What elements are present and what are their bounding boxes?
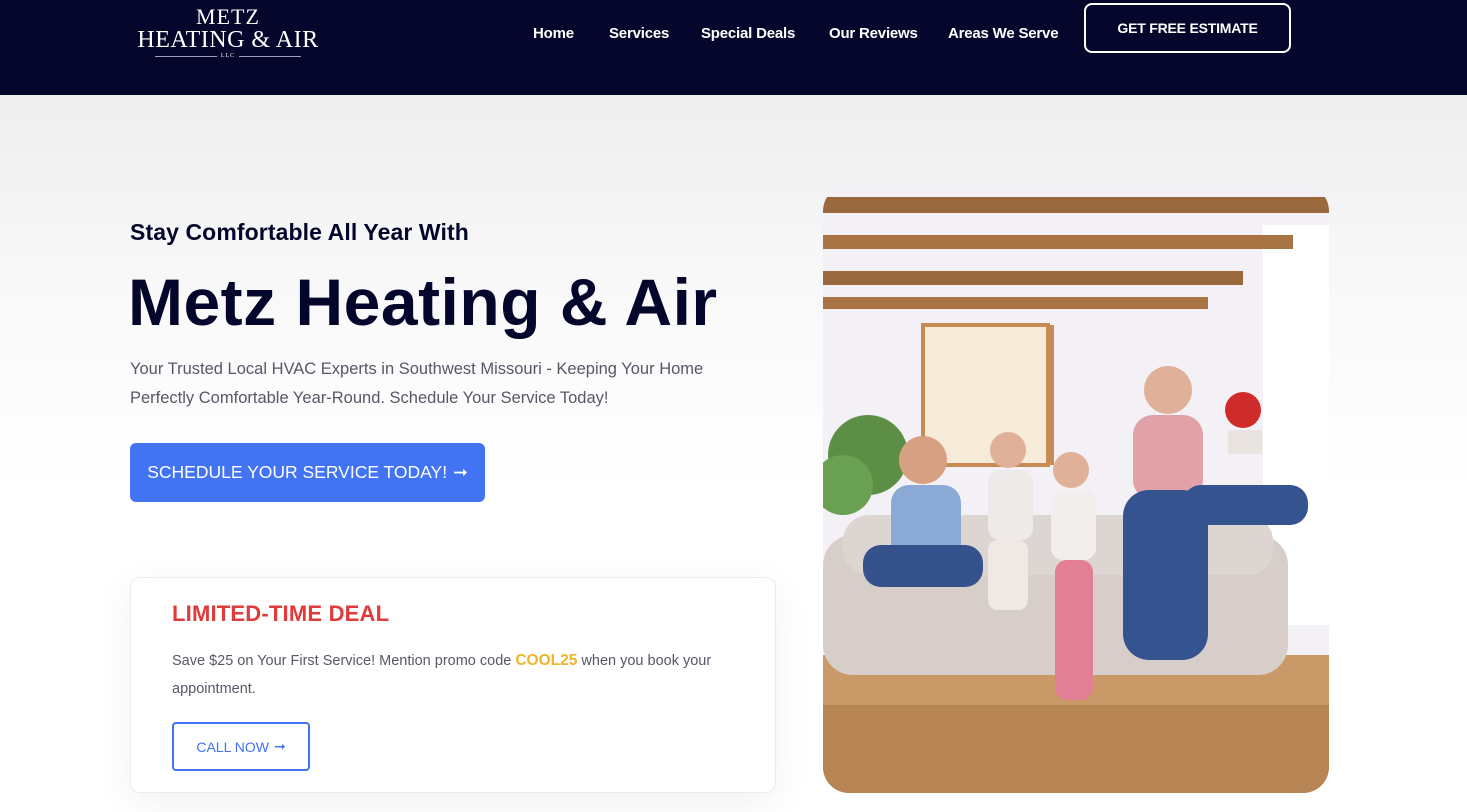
nav-areas-we-serve[interactable]: Areas We Serve bbox=[948, 24, 1059, 44]
family-living-room-photo bbox=[823, 185, 1329, 793]
logo-rule-right bbox=[239, 55, 302, 57]
hero-title: Metz Heating & Air bbox=[128, 265, 718, 339]
photo-illustration bbox=[823, 185, 1329, 793]
hero-pre-title: Stay Comfortable All Year With bbox=[130, 219, 469, 245]
site-header: METZ HEATING & AIR LLC Home Services Spe… bbox=[0, 0, 1467, 95]
call-now-button[interactable]: CALL NOW ➞ bbox=[172, 722, 310, 771]
deal-card: LIMITED-TIME DEAL Save $25 on Your First… bbox=[130, 577, 776, 793]
logo-llc: LLC bbox=[132, 52, 324, 60]
logo-rule-left bbox=[154, 55, 217, 57]
arrow-right-icon: ➞ bbox=[273, 738, 286, 754]
promo-code: COOL25 bbox=[515, 652, 578, 669]
get-free-estimate-button[interactable]: GET FREE ESTIMATE bbox=[1084, 3, 1291, 53]
logo-llc-text: LLC bbox=[220, 53, 236, 59]
logo-line1: METZ bbox=[196, 4, 260, 29]
logo-line2: HEATING & AIR bbox=[137, 27, 319, 53]
deal-text: Save $25 on Your First Service! Mention … bbox=[172, 647, 742, 703]
logo[interactable]: METZ HEATING & AIR LLC bbox=[132, 6, 324, 60]
deal-text-before: Save $25 on Your First Service! Mention … bbox=[172, 653, 516, 669]
call-now-label: CALL NOW bbox=[196, 738, 269, 755]
deal-title: LIMITED-TIME DEAL bbox=[172, 601, 390, 626]
nav-special-deals[interactable]: Special Deals bbox=[701, 24, 795, 44]
nav-our-reviews[interactable]: Our Reviews bbox=[829, 24, 918, 44]
hero-subtitle: Your Trusted Local HVAC Experts in South… bbox=[130, 360, 704, 407]
schedule-service-label: SCHEDULE YOUR SERVICE TODAY! bbox=[147, 462, 448, 482]
schedule-service-button[interactable]: SCHEDULE YOUR SERVICE TODAY! ➞ bbox=[130, 443, 485, 502]
nav-services[interactable]: Services bbox=[609, 24, 669, 44]
nav-home[interactable]: Home bbox=[533, 24, 574, 44]
arrow-right-icon: ➞ bbox=[453, 462, 468, 482]
